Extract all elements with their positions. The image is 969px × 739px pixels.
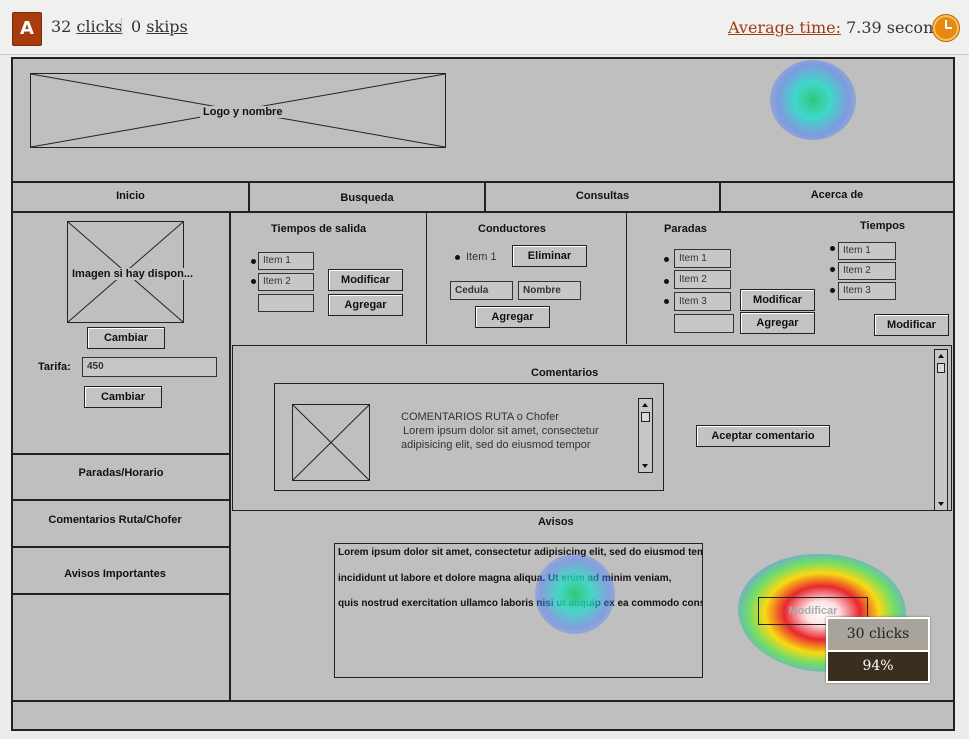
divider [828,650,928,652]
clicks-link[interactable]: clicks [76,17,122,36]
tiempos-item-2[interactable]: Item 2 [838,262,896,280]
divider [11,546,231,548]
comentario-heading: COMENTARIOS RUTA o Chofer [401,411,559,423]
scroll-up-icon[interactable] [938,354,944,358]
tiempos-modificar-button[interactable]: Modificar [874,314,949,336]
bullet [830,288,835,293]
comentarios-title: Comentarios [531,367,599,379]
bullet [664,279,669,284]
side-menu-comentarios[interactable]: Comentarios Ruta/Chofer [13,514,217,526]
bullet [251,279,256,284]
comentario-scrollbar[interactable] [638,398,653,473]
nav-acerca-de[interactable]: Acerca de [721,189,953,201]
comentario-image-cross [293,405,369,480]
skips-link[interactable]: skips [146,17,187,36]
comentarios-panel-scrollbar[interactable] [934,349,948,511]
avisos-textarea[interactable]: Lorem ipsum dolor sit amet, consectetur … [334,543,703,678]
scroll-thumb[interactable] [641,412,650,422]
divider [11,700,955,702]
tarifa-input[interactable]: 450 [82,357,217,377]
variant-badge: A [12,12,42,46]
conductores-agregar-button[interactable]: Agregar [475,306,550,328]
paradas-modificar-button[interactable]: Modificar [740,289,815,311]
scroll-up-icon[interactable] [642,403,648,407]
nav-busqueda[interactable]: Busqueda [250,192,484,204]
bullet [830,267,835,272]
scroll-thumb[interactable] [937,363,945,373]
tiempos-item-3[interactable]: Item 3 [838,282,896,300]
divider [626,213,627,344]
paradas-agregar-button[interactable]: Agregar [740,312,815,334]
tarifa-label: Tarifa: [38,361,71,373]
image-placeholder[interactable]: Imagen si hay dispon... [67,221,194,323]
heatmap-spot [770,60,856,140]
cambiar-tarifa-button[interactable]: Cambiar [84,386,162,408]
scroll-down-icon[interactable] [642,464,648,468]
paradas-item-3[interactable]: Item 3 [674,292,731,311]
skips-stat[interactable]: 0 skips [131,17,188,36]
divider [11,211,955,213]
conductores-title: Conductores [478,223,546,235]
tiempos-salida-item-2[interactable]: Item 2 [258,273,314,291]
nav-inicio[interactable]: Inicio [13,190,248,202]
divider [229,213,231,701]
side-menu-avisos[interactable]: Avisos Importantes [13,568,217,580]
avisos-line-1: Lorem ipsum dolor sit amet, consectetur … [338,547,703,558]
scroll-down-icon[interactable] [938,502,944,506]
tiempos-salida-new-input[interactable] [258,294,314,312]
heatmap-spot [535,554,615,634]
average-time-link[interactable]: Average time: [728,18,841,37]
tiempos-salida-item-1[interactable]: Item 1 [258,252,314,270]
comentario-body-line-2: adipisicing elit, sed do eiusmod tempor [401,439,591,451]
tooltip-percent: 94% [828,652,928,681]
bullet [455,255,460,260]
divider [426,213,427,344]
comentario-image-placeholder [292,404,370,481]
tiempos-title: Tiempos [860,220,906,232]
clicks-count: 32 [51,17,72,36]
bullet [251,259,256,264]
paradas-title: Paradas [664,223,707,235]
nombre-input[interactable]: Nombre [518,281,581,300]
avisos-line-2: incididunt ut labore et dolore magna ali… [338,573,672,584]
clock-hand [945,27,952,29]
divider [11,181,955,183]
avisos-title: Avisos [538,516,574,528]
nav-consultas[interactable]: Consultas [486,190,719,202]
comentario-body-line-1: Lorem ipsum dolor sit amet, consectetur [403,425,599,437]
paradas-new-input[interactable] [674,314,734,333]
tiempos-salida-agregar-button[interactable]: Agregar [328,294,403,316]
aceptar-comentario-button[interactable]: Aceptar comentario [696,425,830,447]
tiempos-item-1[interactable]: Item 1 [838,242,896,260]
divider [11,499,231,501]
clicks-stat[interactable]: 32 clicks [51,17,123,36]
clock-icon [932,14,960,42]
bullet [830,246,835,251]
logo-label: Logo y nombre [200,106,286,118]
side-menu-paradas-horario[interactable]: Paradas/Horario [13,467,229,479]
tooltip-clicks: 30 clicks [828,619,928,650]
tiempos-salida-modificar-button[interactable]: Modificar [328,269,403,291]
divider [11,593,231,595]
conductores-item-1[interactable]: Item 1 [466,251,497,263]
divider [11,453,231,455]
paradas-item-1[interactable]: Item 1 [674,249,731,268]
cedula-input[interactable]: Cedula [450,281,513,300]
logo-placeholder[interactable]: Logo y nombre [30,73,446,148]
skips-count: 0 [131,17,142,36]
click-tooltip: 30 clicks 94% [826,617,930,683]
bullet [664,257,669,262]
conductores-eliminar-button[interactable]: Eliminar [512,245,587,267]
paradas-item-2[interactable]: Item 2 [674,270,731,289]
stat-divider [121,18,122,35]
cambiar-image-button[interactable]: Cambiar [87,327,165,349]
bullet [664,299,669,304]
avisos-line-3: quis nostrud exercitation ullamco labori… [338,598,703,609]
average-time: Average time: 7.39 seconds [728,18,952,37]
image-placeholder-label: Imagen si hay dispon... [72,268,194,280]
tiempos-salida-title: Tiempos de salida [271,223,367,235]
